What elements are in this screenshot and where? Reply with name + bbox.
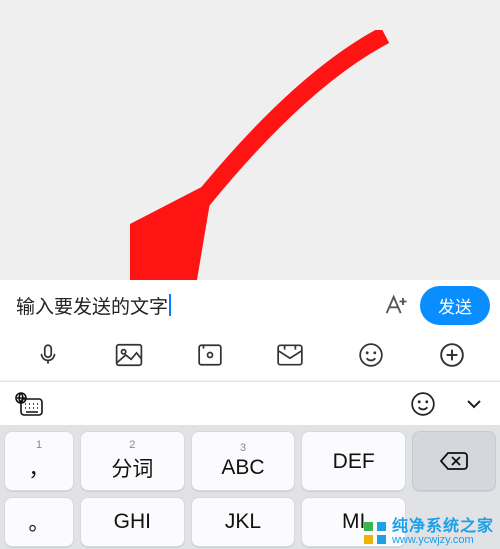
font-adjust-icon[interactable] xyxy=(382,291,410,319)
keyboard-row-2: 。 GHI JKL MI xyxy=(4,497,496,547)
send-button[interactable]: 发送 xyxy=(420,286,490,325)
action-row xyxy=(0,330,500,380)
keyboard-smile-icon[interactable] xyxy=(410,391,436,417)
key-jkl[interactable]: JKL xyxy=(191,497,296,547)
key-comma[interactable]: 1 ， xyxy=(4,431,74,491)
globe-keyboard-icon[interactable] xyxy=(14,391,44,417)
keyboard: 1 ， 2 分词 3 ABC DEF xyxy=(0,425,500,549)
screen-root: 输入要发送的文字 发送 xyxy=(0,0,500,549)
key-backspace[interactable] xyxy=(412,431,496,491)
key-abc[interactable]: 3 ABC xyxy=(191,431,296,491)
smile-icon[interactable] xyxy=(353,337,389,373)
backspace-icon xyxy=(438,449,470,473)
keyboard-header xyxy=(0,381,500,425)
keyboard-row-1: 1 ， 2 分词 3 ABC DEF xyxy=(4,431,496,491)
key-def[interactable]: DEF xyxy=(301,431,406,491)
chevron-down-icon[interactable] xyxy=(462,392,486,416)
key-period[interactable]: 。 xyxy=(4,497,74,547)
message-input[interactable]: 输入要发送的文字 xyxy=(10,285,372,325)
key-mi[interactable]: MI xyxy=(301,497,406,547)
envelope-icon[interactable] xyxy=(272,337,308,373)
annotation-arrow xyxy=(130,30,400,295)
camera-icon[interactable] xyxy=(192,337,228,373)
key-ghi[interactable]: GHI xyxy=(80,497,185,547)
message-input-text: 输入要发送的文字 xyxy=(16,292,168,319)
gallery-icon[interactable] xyxy=(111,337,147,373)
text-caret xyxy=(169,294,171,316)
key-fenci[interactable]: 2 分词 xyxy=(80,431,185,491)
message-input-row: 输入要发送的文字 发送 xyxy=(0,280,500,330)
plus-icon[interactable] xyxy=(434,337,470,373)
microphone-icon[interactable] xyxy=(30,337,66,373)
